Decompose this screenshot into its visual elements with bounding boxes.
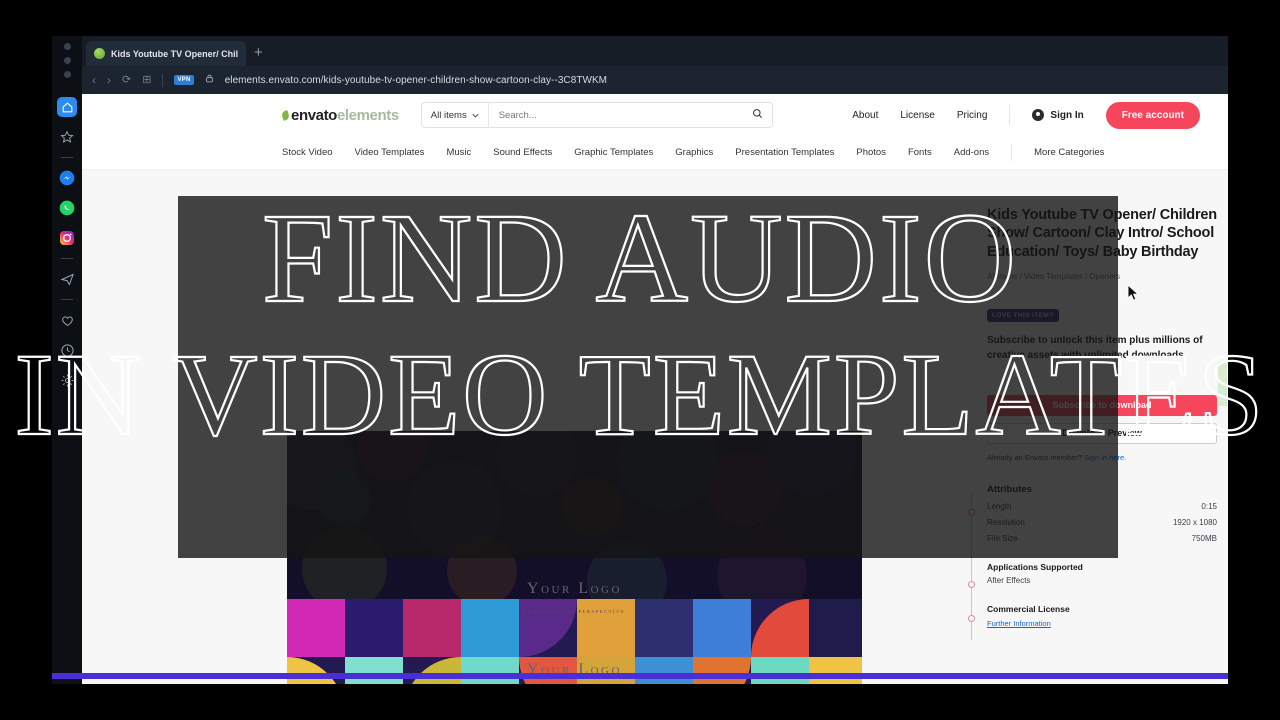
logo-light: elements [336,106,399,124]
envato-leaf-icon [94,48,105,59]
window-maximize-dot[interactable] [63,71,71,78]
video-logo-subtext: PROFESSIONAL PERSPECTIVE [287,683,862,684]
nav-video-templates[interactable]: Video Templates [355,147,425,158]
leaf-icon [280,109,291,121]
header-link-license[interactable]: License [900,110,934,121]
heart-icon [61,315,73,326]
chevron-down-icon [472,113,479,118]
tabs-overview-icon[interactable]: ⊞ [142,74,151,86]
page-load-progress-bar [52,673,1228,679]
screen: Kids Youtube TV Opener/ Chil + ‹ › ⟳ ⊞ V… [0,0,1280,720]
nav-sound-effects[interactable]: Sound Effects [493,147,552,158]
messenger-icon [59,170,75,186]
search-icon[interactable] [743,106,772,124]
free-account-button[interactable]: Free account [1105,101,1200,129]
commercial-license-heading: Commercial License [987,603,1070,614]
search-scope-label: All items [430,109,467,121]
sidebar-item-messenger[interactable] [57,168,77,188]
video-logo-main: Your Logo [527,579,622,597]
sidebar-item-history[interactable] [57,340,77,360]
instagram-icon [60,231,74,245]
header-link-pricing[interactable]: Pricing [957,110,988,121]
browser-tab[interactable]: Kids Youtube TV Opener/ Chil [86,41,246,66]
sidebar-item-settings[interactable] [57,370,77,390]
logo-bold: envato [291,106,337,124]
sidebar-item-favorites[interactable] [57,127,77,147]
header-actions: About License Pricing Sign In Free accou… [852,101,1200,129]
lock-icon [205,71,214,89]
nav-stock-video[interactable]: Stock Video [282,147,333,158]
sidebar-items [57,97,77,390]
url-text[interactable]: elements.envato.com/kids-youtube-tv-open… [225,75,607,86]
star-icon [60,130,74,143]
nav-graphic-templates[interactable]: Graphic Templates [574,147,653,158]
sidebar-divider [61,258,73,259]
nav-music[interactable]: Music [446,147,471,158]
nav-presentation-templates[interactable]: Presentation Templates [735,147,834,158]
timeline-mark-applications [968,580,975,588]
toolbar-divider [162,73,164,87]
tab-title: Kids Youtube TV Opener/ Chil [111,48,239,59]
video-logo-sub: PROFESSIONAL PERSPECTIVE [523,608,626,614]
header-link-about[interactable]: About [852,110,878,121]
nav-photos[interactable]: Photos [856,147,886,158]
sign-in-label: Sign In [1050,109,1084,121]
sidebar-item-instagram[interactable] [57,228,77,248]
reload-icon[interactable]: ⟳ [122,74,131,86]
window-close-dot[interactable] [63,43,71,50]
forward-icon[interactable]: › [107,74,111,86]
telegram-icon [59,273,74,286]
search-input[interactable] [488,109,743,121]
headline-backdrop [178,196,1118,558]
new-tab-button[interactable]: + [254,45,263,60]
nav-addons[interactable]: Add-ons [954,147,989,158]
home-icon [62,101,72,112]
attribute-value: 750MB [1191,533,1217,543]
search-bar[interactable]: All items [420,102,773,128]
sidebar-item-whatsapp[interactable] [57,198,77,218]
timeline-mark-license [968,614,975,622]
category-nav: Stock Video Video Templates Music Sound … [82,136,1228,170]
sidebar-divider [61,299,73,300]
whatsapp-icon [59,200,75,216]
sidebar-item-telegram[interactable] [57,269,77,289]
applications-supported-value: After Effects [987,575,1031,585]
search-scope-dropdown[interactable]: All items [422,110,488,121]
save-collection-chip[interactable] [1218,362,1227,406]
nav-fonts[interactable]: Fonts [908,147,932,158]
clock-icon [60,343,74,357]
further-information-link[interactable]: Further Information [987,619,1217,628]
vpn-badge[interactable]: VPN [174,75,194,85]
window-minimize-dot[interactable] [63,57,71,64]
nav-graphics[interactable]: Graphics [675,147,713,158]
sidebar-divider [61,157,73,158]
envato-elements-logo[interactable]: envato elements [280,106,399,124]
nav-divider [1011,144,1013,161]
site-header: envato elements All items Search... Abou… [82,94,1228,136]
applications-supported-heading: Applications Supported [987,561,1083,572]
back-icon[interactable]: ‹ [92,74,96,86]
user-icon [1032,109,1045,121]
attribute-value: 1920 x 1080 [1172,517,1217,527]
gear-icon [61,374,73,386]
attribute-value: 0:15 [1201,501,1217,511]
nav-more-categories[interactable]: More Categories [1034,147,1104,158]
sidebar-item-saved[interactable] [57,310,77,330]
tab-strip: Kids Youtube TV Opener/ Chil + [82,36,1228,66]
sign-in-button[interactable]: Sign In [1032,109,1084,121]
address-bar: ‹ › ⟳ ⊞ VPN elements.envato.com/kids-you… [82,66,1228,94]
sidebar-item-home[interactable] [57,97,77,117]
app-sidebar[interactable] [52,36,82,684]
header-divider [1009,105,1011,125]
